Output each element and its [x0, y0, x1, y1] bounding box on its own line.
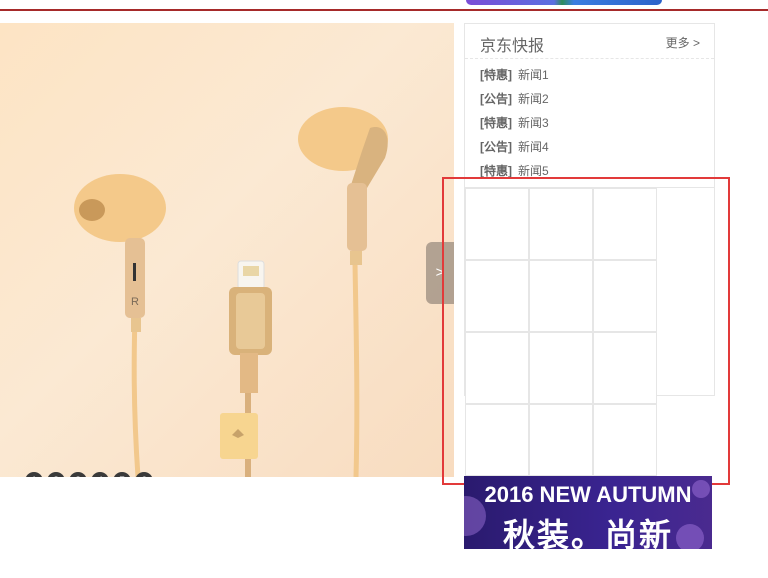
news-tag: [公告]: [480, 92, 512, 106]
news-item[interactable]: [公告] 新闻2: [480, 90, 549, 114]
carousel-dot-2[interactable]: 2: [47, 472, 65, 477]
carousel-dot-3[interactable]: 3: [69, 472, 87, 477]
top-search-bar-edge: [466, 0, 662, 5]
news-item[interactable]: [公告] 新闻4: [480, 138, 549, 162]
carousel-dot-5[interactable]: 5: [113, 472, 131, 477]
news-text[interactable]: 新闻1: [518, 68, 549, 82]
earbud-mark: R: [131, 296, 139, 308]
promo-headline: 2016 NEW AUTUMN: [484, 482, 692, 507]
news-text[interactable]: 新闻5: [518, 164, 549, 178]
news-header: 京东快报 更多 >: [465, 24, 714, 59]
carousel-dot-1[interactable]: 1: [25, 472, 43, 477]
carousel-dot-4[interactable]: 4: [91, 472, 109, 477]
debug-highlight-box: [442, 177, 730, 485]
news-item[interactable]: [特惠] 新闻1: [480, 66, 549, 90]
top-border-line: [0, 9, 768, 11]
news-text[interactable]: 新闻3: [518, 116, 549, 130]
news-title: 京东快报: [480, 38, 545, 55]
news-tag: [特惠]: [480, 116, 512, 130]
news-list: [特惠] 新闻1 [公告] 新闻2 [特惠] 新闻3 [公告] 新闻4 [特惠] 新闻5: [480, 66, 549, 186]
promo-subheadline: 秋装。尚新: [502, 517, 673, 549]
carousel-banner[interactable]: R > 1 2 3 4 5 6: [0, 23, 454, 477]
earphones-product-image: R: [74, 107, 388, 477]
news-more-link[interactable]: 更多 >: [666, 34, 700, 51]
news-tag: [特惠]: [480, 164, 512, 178]
news-tag: [特惠]: [480, 68, 512, 82]
news-panel: 京东快报 更多 > [特惠] 新闻1 [公告] 新闻2 [特惠] 新闻3 [公告] 新闻…: [464, 23, 715, 188]
carousel-pagination: 1 2 3 4 5 6: [25, 472, 153, 477]
autumn-promo-banner[interactable]: 2016 NEW AUTUMN 秋装。尚新: [464, 476, 712, 549]
news-text[interactable]: 新闻2: [518, 92, 549, 106]
news-text[interactable]: 新闻4: [518, 140, 549, 154]
news-item[interactable]: [特惠] 新闻3: [480, 114, 549, 138]
carousel-dot-6[interactable]: 6: [135, 472, 153, 477]
news-tag: [公告]: [480, 140, 512, 154]
